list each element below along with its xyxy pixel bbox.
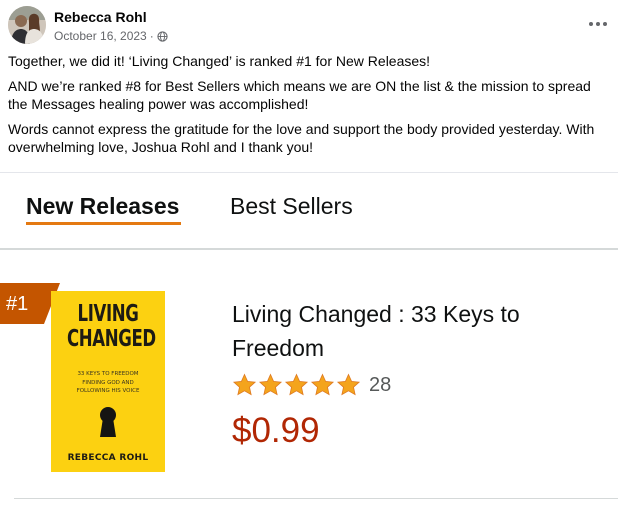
tab-best-sellers[interactable]: Best Sellers <box>230 193 353 220</box>
star-icon <box>232 373 257 396</box>
star-icon <box>284 373 309 396</box>
active-tab-underline <box>26 222 181 225</box>
globe-icon[interactable] <box>157 30 168 42</box>
bestseller-listing-card: New Releases Best Sellers #1 LIVING CHAN… <box>0 172 618 512</box>
post-author[interactable]: Rebecca Rohl <box>54 9 147 25</box>
star-rating <box>232 373 361 397</box>
post-date[interactable]: October 16, 2023 <box>54 29 147 43</box>
post-header: Rebecca Rohl October 16, 2023 · <box>8 6 610 46</box>
tab-new-releases[interactable]: New Releases <box>26 193 179 220</box>
divider <box>14 498 618 499</box>
post-paragraph: Together, we did it! ‘Living Changed’ is… <box>8 53 431 69</box>
more-options-icon[interactable] <box>586 14 610 34</box>
rating[interactable]: 28 <box>232 373 391 397</box>
post-meta: October 16, 2023 · <box>54 29 168 43</box>
cover-subtitle-line1: 33 KEYS TO FREEDOM <box>77 371 139 377</box>
cover-subtitle-line3: FOLLOWING HIS VOICE <box>76 388 140 394</box>
cover-subtitle-line2: FINDING GOD AND <box>82 380 134 386</box>
book-cover[interactable]: LIVING CHANGED 33 KEYS TO FREEDOM FINDIN… <box>51 291 165 472</box>
post-paragraph: Words cannot express the gratitude for t… <box>8 120 595 156</box>
avatar[interactable] <box>8 6 46 44</box>
star-icon <box>258 373 283 396</box>
star-icon <box>310 373 335 396</box>
rank-label: #1 <box>6 293 29 315</box>
avatar-photo <box>8 6 46 44</box>
listing-tabs: New Releases Best Sellers <box>0 173 618 250</box>
meta-separator: · <box>149 29 154 43</box>
keyhole-icon <box>100 407 116 437</box>
book-title[interactable]: Living Changed : 33 Keys to Freedom <box>232 297 592 365</box>
cover-author: REBECCA ROHL <box>67 453 149 463</box>
post-text: Together, we did it! ‘Living Changed’ is… <box>8 52 614 163</box>
star-icon <box>336 373 361 396</box>
rating-count[interactable]: 28 <box>369 374 391 397</box>
cover-title-line2: CHANGED <box>66 326 156 352</box>
post-paragraph: AND we’re ranked #8 for Best Sellers whi… <box>8 77 591 113</box>
price: $0.99 <box>232 411 320 450</box>
cover-title-line1: LIVING <box>77 301 139 327</box>
